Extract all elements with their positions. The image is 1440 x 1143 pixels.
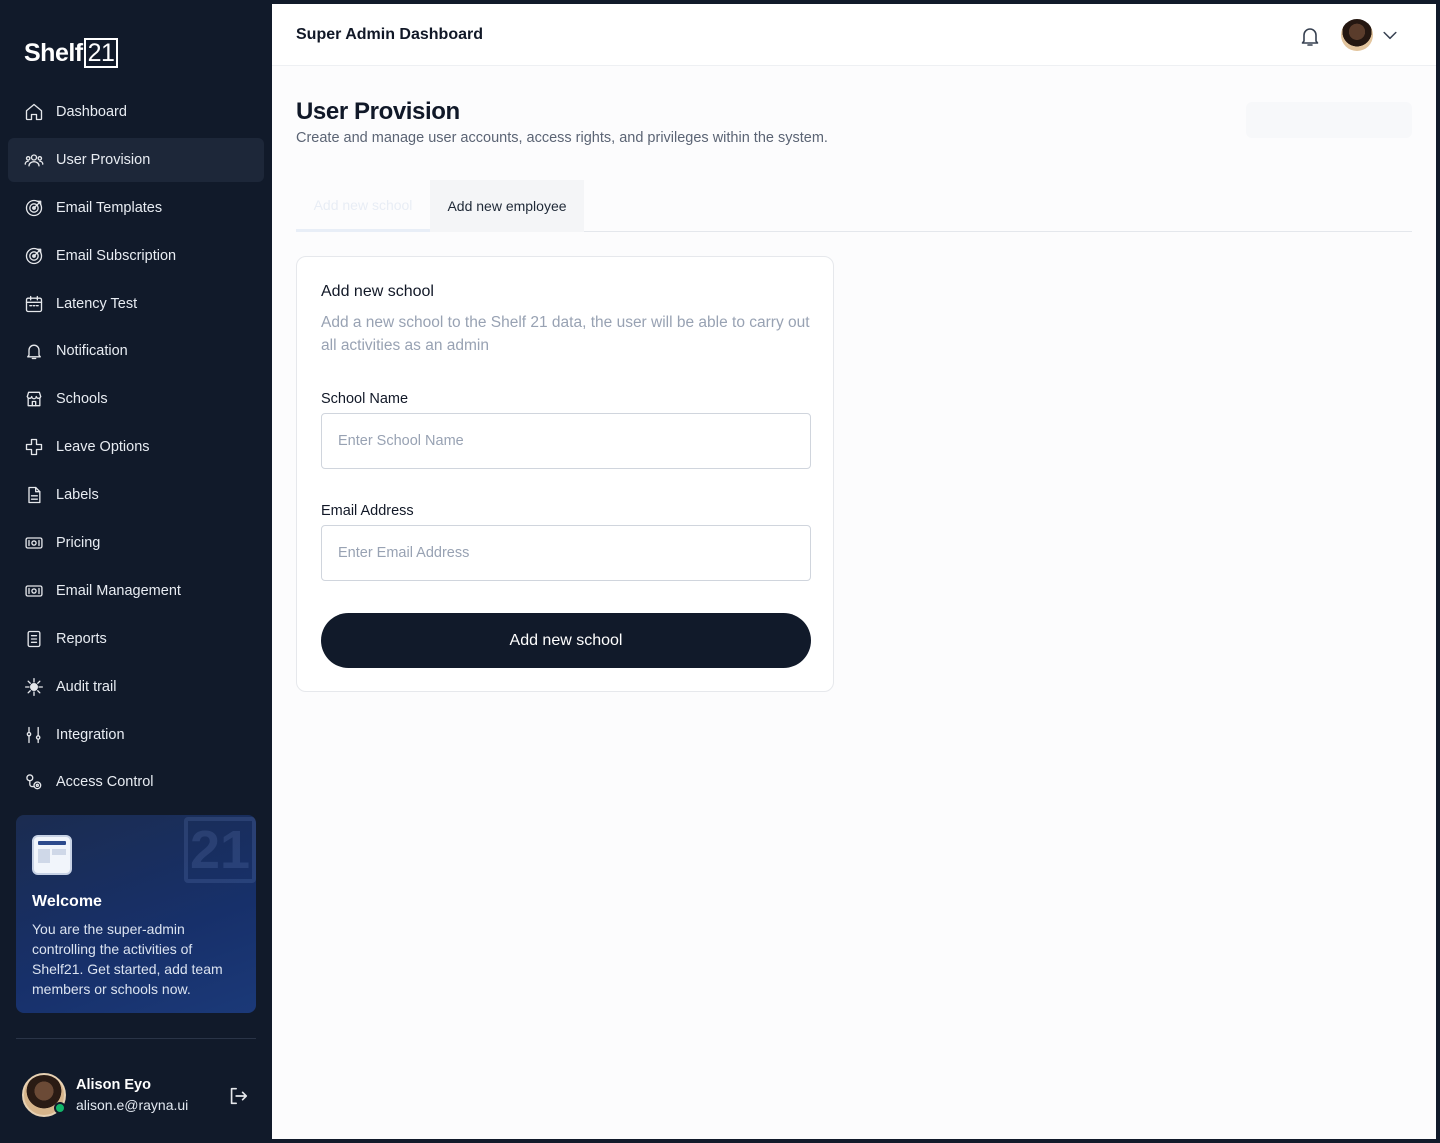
route-icon [24,772,44,792]
sidebar-item-label: Pricing [56,535,101,552]
welcome-title: Welcome [32,893,102,910]
add-new-school-button[interactable]: Add new school [321,613,811,668]
bell-icon[interactable] [1298,24,1322,48]
sidebar-item-leave-options[interactable]: Leave Options [8,425,264,469]
header-action-button[interactable] [1246,102,1412,138]
chevron-down-icon[interactable] [1380,25,1400,45]
plus-cross-icon [24,437,44,457]
sidebar: Shelf 21 Dashboard User Provision Email T… [0,0,272,1143]
bell-icon [24,341,44,361]
avatar[interactable] [1341,19,1373,51]
sidebar-item-labels[interactable]: Labels [8,473,264,517]
main-content: Super Admin Dashboard User Provision Cre… [272,4,1436,1139]
email-label: Email Address [321,503,414,519]
brand-name: Shelf [24,38,83,67]
sidebar-item-integration[interactable]: Integration [8,713,264,757]
sidebar-item-notification[interactable]: Notification [8,329,264,373]
users-icon [24,150,44,170]
sidebar-item-label: Notification [56,343,128,360]
sidebar-item-label: Integration [56,726,125,743]
logout-icon[interactable] [227,1085,249,1107]
online-status-dot [54,1102,66,1114]
sidebar-item-latency-test[interactable]: Latency Test [8,282,264,326]
sidebar-item-label: Reports [56,630,107,647]
welcome-text: You are the super-admin controlling the … [32,921,223,997]
sidebar-item-label: Audit trail [56,678,117,695]
money-icon [24,581,44,601]
user-profile: Alison Eyo alison.e@rayna.ui [22,1073,256,1117]
calendar-icon [24,294,44,314]
sidebar-item-audit-trail[interactable]: Audit trail [8,665,264,709]
user-email: alison.e@rayna.ui [76,1097,189,1113]
sidebar-item-email-management[interactable]: Email Management [8,569,264,613]
tab-add-new-employee[interactable]: Add new employee [430,180,584,232]
sidebar-item-label: Email Management [56,582,181,599]
store-icon [24,389,44,409]
sidebar-item-label: Labels [56,487,99,504]
add-school-form: Add new school Add a new school to the S… [296,256,834,692]
sidebar-item-label: Latency Test [56,295,138,312]
page-subtitle: Create and manage user accounts, access … [296,130,828,146]
sidebar-item-label: Access Control [56,774,154,791]
tab-add-new-school[interactable]: Add new school [296,180,430,232]
email-input[interactable] [321,525,811,581]
brand-watermark: 21 [184,817,256,883]
dashboard-title: Super Admin Dashboard [296,26,483,43]
money-icon [24,533,44,553]
gear-icon [24,677,44,697]
page-title: User Provision [296,98,460,125]
form-title: Add new school [321,283,434,300]
school-name-label: School Name [321,391,409,407]
home-icon [24,102,44,122]
sidebar-item-email-templates[interactable]: Email Templates [8,186,264,230]
target-icon [24,246,44,266]
sidebar-nav: Dashboard User Provision Email Templates… [8,90,264,808]
sidebar-item-email-subscription[interactable]: Email Subscription [8,234,264,278]
sidebar-item-label: Leave Options [56,439,150,456]
sidebar-item-pricing[interactable]: Pricing [8,521,264,565]
brand-box: 21 [83,38,119,68]
document-icon [24,485,44,505]
top-bar: Super Admin Dashboard [272,4,1436,66]
welcome-card: 21 Welcome You are the super-admin contr… [16,815,256,1013]
sidebar-item-reports[interactable]: Reports [8,617,264,661]
sidebar-item-label: Email Subscription [56,247,177,264]
dashboard-preview-icon [32,835,72,875]
brand-logo[interactable]: Shelf 21 [24,36,119,70]
sidebar-divider [16,1038,256,1039]
target-icon [24,198,44,218]
sidebar-item-user-provision[interactable]: User Provision [8,137,264,182]
sidebar-item-label: Email Templates [56,199,163,216]
sidebar-item-label: User Provision [56,151,151,168]
sidebar-item-access-control[interactable]: Access Control [8,760,264,804]
sidebar-item-dashboard[interactable]: Dashboard [8,90,264,134]
form-description: Add a new school to the Shelf 21 data, t… [321,314,810,354]
sidebar-item-label: Schools [56,391,108,408]
sidebar-item-schools[interactable]: Schools [8,377,264,421]
sliders-icon [24,725,44,745]
report-icon [24,629,44,649]
school-name-input[interactable] [321,413,811,469]
tab-bar: Add new school Add new employee [296,180,1412,232]
user-name: Alison Eyo [76,1077,151,1093]
sidebar-item-label: Dashboard [56,104,127,120]
